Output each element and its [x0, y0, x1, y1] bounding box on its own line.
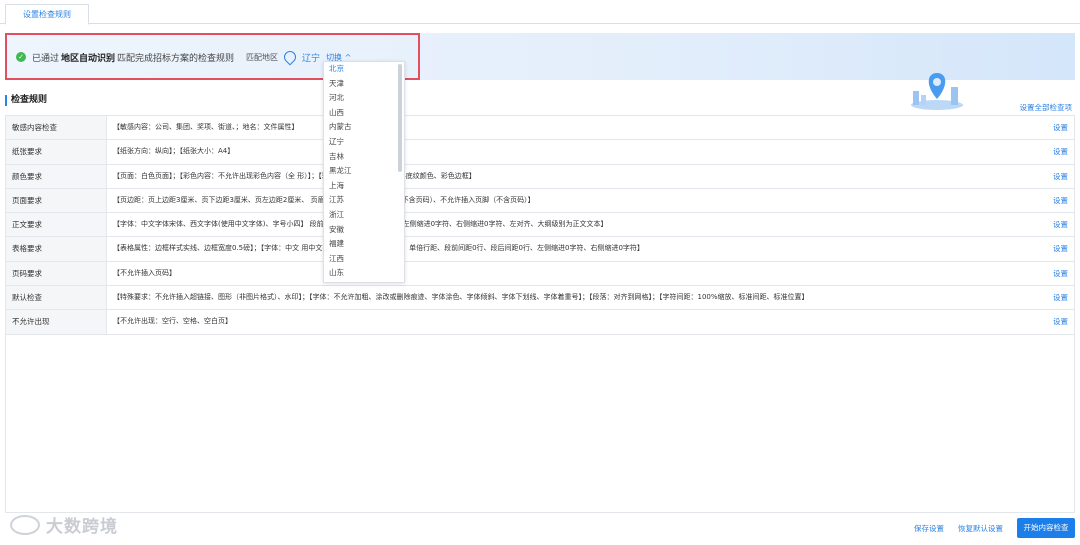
region-dropdown[interactable]: 北京 天津 河北 山西 内蒙古 辽宁 吉林 黑龙江 上海 江苏 浙江 安徽 福建 江西 山东 [323, 61, 405, 283]
region-option[interactable]: 福建 [324, 237, 404, 252]
rule-row: 纸张要求 【纸张方向：纵向】；【纸张大小：A4】 设置 [6, 140, 1074, 165]
rule-content: 【纸张方向：纵向】；【纸张大小：A4】 [113, 147, 235, 156]
tab-bar: 设置检查规则 [0, 0, 1080, 25]
region-option[interactable]: 江苏 [324, 193, 404, 208]
status-method: 地区自动识别 [61, 53, 116, 64]
rule-row: 敏感内容检查 【敏感内容：公司、集团、奖项、街道、；地名：文件属性】 设置 [6, 116, 1074, 141]
region-option[interactable]: 吉林 [324, 150, 404, 165]
rule-content: 【字体：中文字体宋体、西文字体(使用中文字体)、字号小四】 段前间距0行、段后间… [113, 220, 608, 229]
rule-settings-link[interactable]: 设置 [1034, 213, 1074, 236]
dropdown-scrollbar[interactable] [398, 64, 402, 172]
restore-default-button[interactable]: 恢复默认设置 [958, 523, 1003, 534]
region-option[interactable]: 黑龙江 [324, 164, 404, 179]
status-suffix: 匹配完成招标方案的检查规则 [117, 53, 235, 64]
rule-row: 不允许出现 【不允许出现：空行、空格、空白页】 设置 [6, 310, 1074, 335]
set-all-rules-link[interactable]: 设置全部检查项 [1020, 102, 1073, 113]
rule-name: 颜色要求 [6, 164, 107, 188]
start-check-button[interactable]: 开始内容检查 [1017, 518, 1075, 538]
check-circle-icon: ✓ [16, 52, 26, 62]
rule-name: 页码要求 [6, 261, 107, 286]
region-option[interactable]: 天津 [324, 77, 404, 92]
rule-settings-link[interactable]: 设置 [1034, 310, 1074, 333]
rule-content: 【不允许出现：空行、空格、空白页】 [113, 317, 232, 326]
rule-settings-link[interactable]: 设置 [1034, 116, 1074, 139]
region-option[interactable]: 内蒙古 [324, 120, 404, 135]
watermark-text: 大数跨境 [46, 517, 118, 537]
region-option[interactable]: 辽宁 [324, 135, 404, 150]
tab-check-rules[interactable]: 设置检查规则 [5, 4, 89, 25]
region-option[interactable]: 河北 [324, 91, 404, 106]
rule-name: 表格要求 [6, 237, 107, 261]
rule-row: 页面要求 【页边距：页上边距3厘米、页下边距3厘米、页左边距2厘米、 页眉页脚：不… [6, 188, 1074, 214]
map-pin-illustration-icon [911, 73, 963, 110]
rule-name: 敏感内容检查 [6, 116, 107, 140]
rule-name: 不允许出现 [6, 310, 107, 334]
region-option[interactable]: 山西 [324, 106, 404, 121]
region-option[interactable]: 浙江 [324, 208, 404, 223]
rule-row: 默认检查 【特殊要求：不允许插入超链接、图形（非图片格式）、水印】；【字体：不允许… [6, 286, 1074, 311]
region-option[interactable]: 山东 [324, 266, 404, 281]
rule-content: 【页边距：页上边距3厘米、页下边距3厘米、页左边距2厘米、 页眉页脚：不允许插入… [113, 195, 535, 204]
region-value: 辽宁 [302, 53, 321, 64]
rule-settings-link[interactable]: 设置 [1034, 189, 1074, 212]
rule-content: 【表格属性：边框样式实线、边框宽度0.5磅】；【字体：中文 用中文字体)、字号小… [113, 244, 644, 253]
rule-content: 【页面：白色页面】；【彩色内容：不允许出现彩色内容（全 形）】；【彩色表格：不允… [113, 171, 476, 180]
save-settings-button[interactable]: 保存设置 [914, 523, 944, 534]
watermark-logo-icon [10, 514, 40, 535]
rule-settings-link[interactable]: 设置 [1034, 237, 1074, 260]
rule-name: 正文要求 [6, 213, 107, 237]
region-label: 匹配地区 [246, 52, 279, 62]
rule-row: 正文要求 【字体：中文字体宋体、西文字体(使用中文字体)、字号小四】 段前间距0行… [6, 213, 1074, 238]
rule-settings-link[interactable]: 设置 [1034, 165, 1074, 188]
region-option-list: 北京 天津 河北 山西 内蒙古 辽宁 吉林 黑龙江 上海 江苏 浙江 安徽 福建 江西 山东 [324, 62, 404, 281]
rule-row: 页码要求 【不允许插入页码】 设置 [6, 261, 1074, 287]
rule-content: 【特殊要求：不允许插入超链接、图形（非图片格式）、水印】；【字体：不允许加粗、涂… [113, 293, 809, 302]
rule-row: 颜色要求 【页面：白色页面】；【彩色内容：不允许出现彩色内容（全 形）】；【彩色表… [6, 164, 1074, 189]
rule-content: 【不允许插入页码】 [113, 268, 176, 277]
region-option[interactable]: 北京 [324, 62, 404, 77]
rule-name: 页面要求 [6, 188, 107, 213]
location-pin-icon [281, 48, 299, 66]
region-option[interactable]: 安徽 [324, 223, 404, 238]
rule-settings-link[interactable]: 设置 [1034, 286, 1074, 309]
region-status-row: ✓ 已通过 地区自动识别 匹配完成招标方案的检查规则 匹配地区 辽宁 切换 ^ [16, 48, 351, 66]
section-title: 检查规则 [5, 95, 47, 106]
region-option[interactable]: 上海 [324, 179, 404, 194]
rule-row: 表格要求 【表格属性：边框样式实线、边框宽度0.5磅】；【字体：中文 用中文字体)… [6, 237, 1074, 262]
rule-settings-link[interactable]: 设置 [1034, 262, 1074, 285]
watermark: 大数跨境 [10, 512, 118, 537]
rule-content: 【敏感内容：公司、集团、奖项、街道、；地名：文件属性】 [113, 123, 299, 131]
table-empty-area [5, 335, 1075, 513]
status-prefix: 已通过 [32, 53, 60, 64]
rule-name: 纸张要求 [6, 140, 107, 164]
rule-name: 默认检查 [6, 286, 107, 310]
rule-settings-link[interactable]: 设置 [1034, 140, 1074, 163]
region-option[interactable]: 江西 [324, 252, 404, 267]
rules-table: 敏感内容检查 【敏感内容：公司、集团、奖项、街道、；地名：文件属性】 设置 纸张要求【… [5, 115, 1075, 335]
